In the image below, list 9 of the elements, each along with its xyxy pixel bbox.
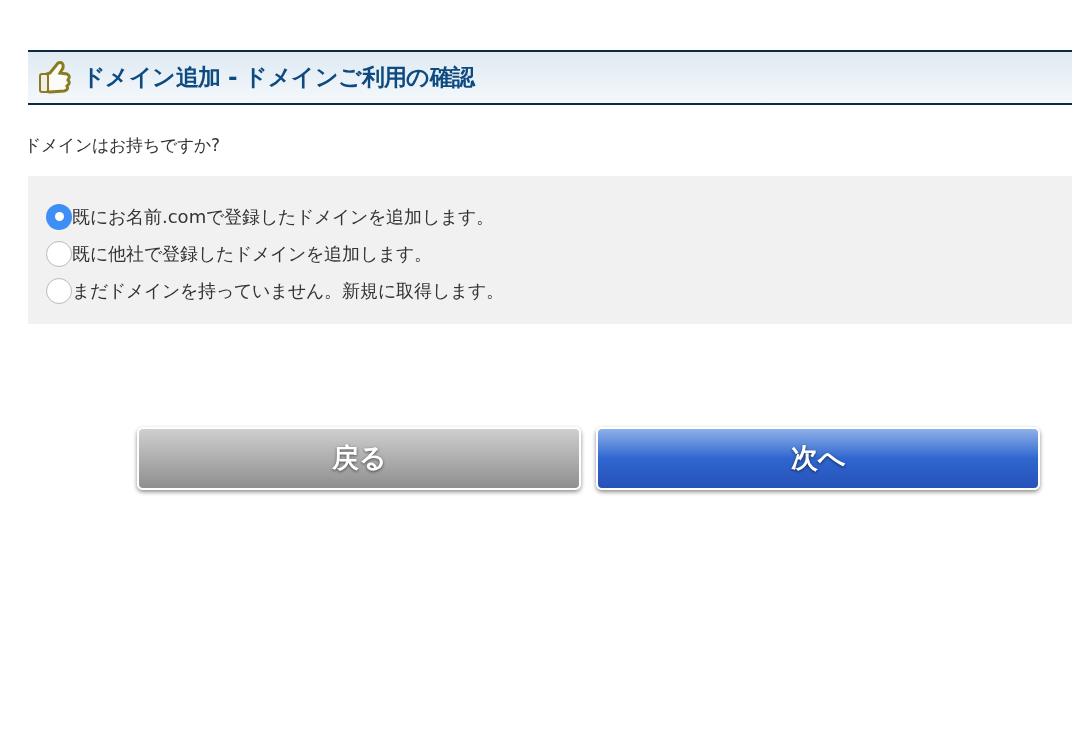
- next-button[interactable]: 次へ: [596, 427, 1040, 490]
- radio-option[interactable]: 既に他社で登録したドメインを追加します。: [46, 235, 432, 272]
- radio-button[interactable]: [46, 277, 72, 304]
- section-title: ドメイン追加 - ドメインご利用の確認: [82, 63, 475, 93]
- radio-button[interactable]: [46, 203, 72, 230]
- radio-option[interactable]: まだドメインを持っていません。新規に取得します。: [46, 272, 504, 309]
- question-text: ドメインはお持ちですか?: [24, 134, 221, 157]
- radio-option[interactable]: 既にお名前.comで登録したドメインを追加します。: [46, 198, 495, 235]
- radio-button[interactable]: [46, 240, 72, 267]
